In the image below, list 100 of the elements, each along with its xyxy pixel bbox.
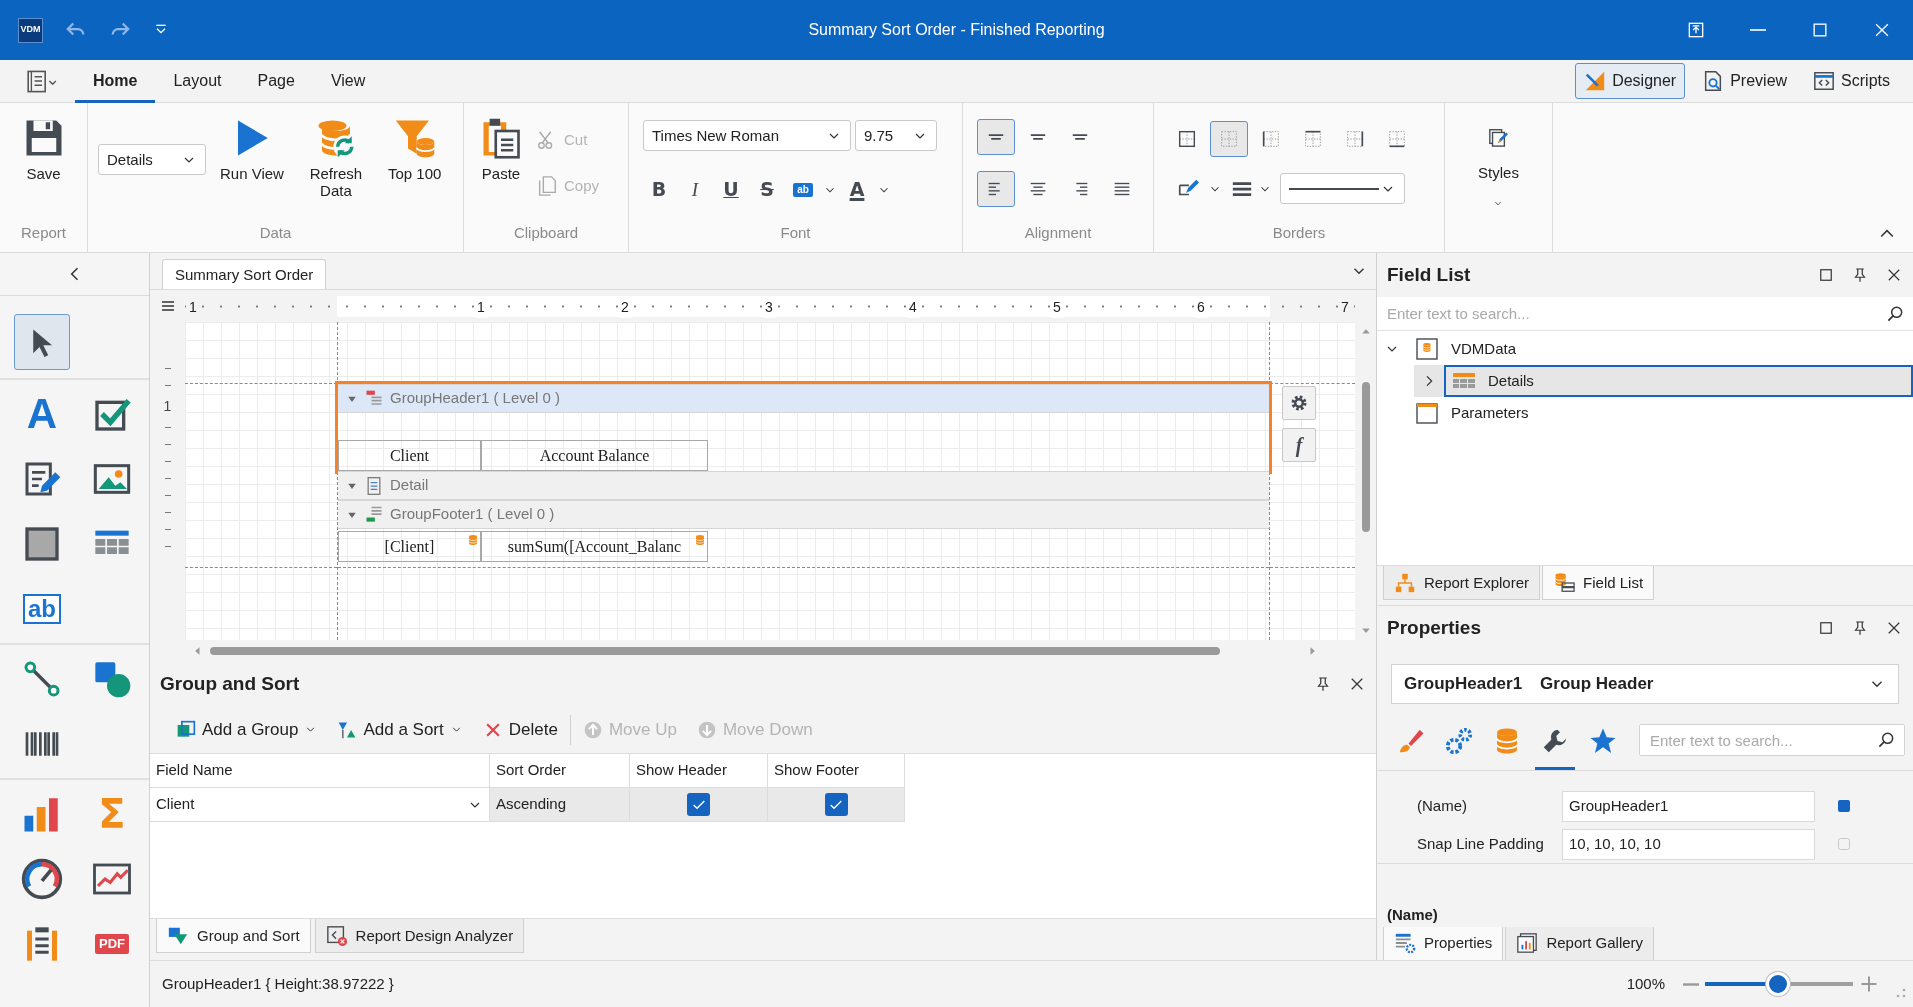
- highlight-button[interactable]: ab: [787, 175, 819, 205]
- align-top-button[interactable]: [977, 118, 1015, 155]
- maximize-button[interactable]: [1817, 619, 1835, 637]
- line-style-icon: [1289, 185, 1379, 192]
- property-description: (Name): [1377, 863, 1913, 927]
- scroll-thumb[interactable]: [1362, 382, 1370, 532]
- checkbox[interactable]: [687, 793, 710, 816]
- group-caption: Font: [779, 223, 812, 243]
- run-view-button[interactable]: Run View: [214, 112, 290, 213]
- align-left-button[interactable]: [977, 170, 1015, 207]
- zoom-out-button[interactable]: [1683, 982, 1699, 986]
- report-cell[interactable]: sumSum([Account_Balanc: [481, 531, 708, 562]
- save-button[interactable]: Save: [16, 112, 71, 213]
- app-menu-button[interactable]: [25, 68, 59, 94]
- panel-tab[interactable]: Properties: [1383, 926, 1504, 961]
- refresh-data-button[interactable]: Refresh Data: [297, 112, 374, 213]
- object-selector[interactable]: GroupHeader1 Group Header: [1391, 664, 1899, 704]
- top-rows-button[interactable]: Top 100: [381, 112, 448, 213]
- panel-title: Group and Sort: [160, 671, 300, 696]
- scroll-thumb[interactable]: [210, 647, 1220, 655]
- band-settings-button[interactable]: [1282, 386, 1316, 420]
- label-tool[interactable]: A: [14, 386, 70, 442]
- search-icon: [1876, 730, 1896, 750]
- zoom-level: 100%: [1626, 973, 1665, 994]
- view-mode-button[interactable]: Designer: [1575, 63, 1686, 99]
- group-caption: Report: [20, 223, 67, 243]
- zoom-in-button[interactable]: [1859, 974, 1879, 994]
- report-cell[interactable]: Client: [338, 440, 481, 471]
- panel-tab[interactable]: Report Gallery: [1505, 926, 1655, 961]
- group-caption: Clipboard: [512, 223, 580, 243]
- report-cell[interactable]: Account Balance: [481, 440, 708, 471]
- hierarchy-icon: [1394, 571, 1416, 594]
- ribbon-tab[interactable]: Layout: [155, 59, 240, 103]
- vertical-align-icon: [1071, 133, 1089, 140]
- view-mode-button[interactable]: Scripts: [1804, 63, 1899, 99]
- group-caption: Borders: [1271, 223, 1327, 243]
- minus-icon: [1683, 982, 1699, 986]
- panel-tab[interactable]: Field List: [1542, 566, 1655, 600]
- restore-icon: [1686, 20, 1706, 40]
- group-caption: Data: [258, 223, 293, 243]
- styles-button[interactable]: Styles: [1472, 112, 1525, 213]
- gears-icon: [1444, 726, 1474, 756]
- font-name-combo[interactable]: Times New Roman: [643, 120, 851, 151]
- underline-button[interactable]: U: [715, 175, 747, 205]
- analyzer-icon: [325, 924, 348, 947]
- gauge-icon: [20, 857, 64, 901]
- font-color-button[interactable]: A: [841, 175, 873, 205]
- paste-button[interactable]: Paste: [474, 112, 528, 213]
- bold-button[interactable]: B: [643, 175, 675, 205]
- move-up-icon: [582, 719, 603, 740]
- band-caption: GroupHeader1 ( Level 0 ): [390, 388, 561, 409]
- vertical-align-icon: [1029, 133, 1047, 140]
- view-mode-button[interactable]: Preview: [1693, 63, 1797, 99]
- ribbon-tab[interactable]: Home: [75, 59, 156, 103]
- report-cell[interactable]: [Client]: [338, 531, 481, 562]
- document-menu-icon: [25, 68, 59, 94]
- ribbon-tab[interactable]: Page: [239, 59, 313, 103]
- delete-button[interactable]: Delete: [474, 711, 566, 748]
- panel-tab[interactable]: Report Explorer: [1383, 566, 1541, 600]
- field-list-icon: [1553, 571, 1576, 594]
- selected-band-frame[interactable]: GroupHeader1 ( Level 0 ) Client Account Balance: [338, 384, 1269, 471]
- settings-icon: [1289, 393, 1309, 413]
- property-grid-icon: [1394, 932, 1416, 954]
- add-group-button[interactable]: Add a Group: [168, 711, 326, 748]
- pdf-tool[interactable]: PDF: [84, 916, 140, 972]
- strikethrough-button[interactable]: S: [751, 175, 783, 205]
- panel-tab[interactable]: Group and Sort: [156, 919, 311, 953]
- add-sort-button[interactable]: Add a Sort: [329, 711, 471, 748]
- maximize-button[interactable]: [1817, 266, 1835, 284]
- resize-grip-icon: [1895, 987, 1907, 999]
- property-value[interactable]: GroupHeader1: [1562, 790, 1815, 822]
- checkbox[interactable]: [824, 793, 848, 816]
- status-text: GroupHeader1 { Height:38.97222 }: [162, 973, 394, 994]
- ribbon-tab[interactable]: View: [312, 59, 384, 103]
- document-tab[interactable]: Summary Sort Order: [162, 259, 327, 289]
- band-caption: GroupFooter1 ( Level 0 ): [390, 504, 555, 525]
- minimize-icon: [1750, 29, 1766, 31]
- function-button[interactable]: f: [1282, 428, 1316, 462]
- font-size-combo[interactable]: 9.75: [855, 120, 937, 151]
- tree-item[interactable]: Details: [1444, 365, 1913, 397]
- border-style-combo[interactable]: [1280, 173, 1405, 204]
- group-footer-icon: [364, 504, 384, 525]
- search-input[interactable]: Enter text to search...: [1648, 725, 1876, 755]
- panel-tab[interactable]: Report Design Analyzer: [314, 919, 525, 953]
- gallery-icon: [1516, 932, 1539, 954]
- text-box-tool[interactable]: ab: [14, 581, 70, 637]
- data-member-combo[interactable]: Details: [98, 144, 206, 175]
- slider-thumb[interactable]: [1765, 972, 1790, 996]
- property-value[interactable]: 10, 10, 10, 10: [1562, 828, 1815, 860]
- tree-item[interactable]: VDMData: [1407, 333, 1913, 365]
- search-field[interactable]: Enter text to search...: [1639, 724, 1905, 756]
- move-down-icon: [696, 719, 717, 740]
- maximize-icon: [1817, 619, 1835, 637]
- parameters-icon: [1415, 401, 1439, 425]
- pointer-tool[interactable]: [14, 314, 70, 370]
- group-caption: Alignment: [1023, 223, 1093, 243]
- tree-item[interactable]: Parameters: [1407, 397, 1913, 429]
- border-icon: [1302, 128, 1324, 150]
- italic-button[interactable]: I: [679, 175, 711, 205]
- add-group-icon: [176, 719, 196, 740]
